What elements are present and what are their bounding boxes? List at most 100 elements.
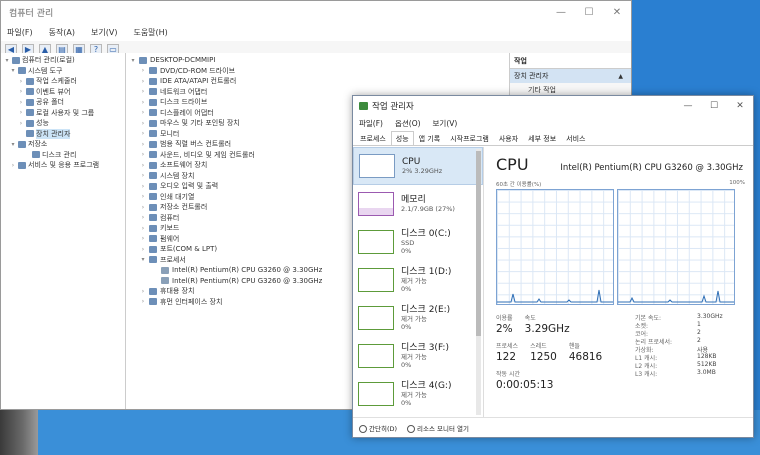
resource-thumbnail (358, 382, 394, 406)
expand-icon[interactable]: ▾ (140, 256, 146, 263)
tab-startup[interactable]: 시작프로그램 (445, 131, 494, 145)
tree-node-shared-folders[interactable]: › 공유 폴더 (1, 97, 125, 108)
menu-help[interactable]: 도움말(H) (133, 27, 167, 38)
expand-icon[interactable]: › (140, 109, 146, 116)
expand-icon[interactable]: › (140, 88, 146, 95)
resource-usage: 0% (401, 360, 412, 369)
maximize-button[interactable]: ☐ (575, 7, 603, 18)
resource-item[interactable]: 디스크 2(E:) 제거 가능 0% (353, 299, 483, 337)
expand-icon[interactable]: › (140, 225, 146, 232)
expand-icon[interactable]: › (140, 130, 146, 137)
tm-menu-options[interactable]: 옵션(O) (395, 118, 421, 129)
resource-item[interactable]: 디스크 1(D:) 제거 가능 0% (353, 261, 483, 299)
resource-scrollbar[interactable] (476, 149, 481, 415)
resource-usage: 0% (401, 284, 412, 293)
tab-performance[interactable]: 성능 (390, 131, 414, 145)
folder-icon (26, 98, 34, 106)
resource-detail: 제거 가능 (401, 390, 427, 399)
tree-node-disk-management[interactable]: 디스크 관리 (1, 150, 125, 161)
spec-value: 3.30GHz (697, 313, 723, 320)
expand-icon[interactable]: › (140, 151, 146, 158)
resource-text: CPU 2% 3.29GHz (402, 157, 442, 175)
tm-maximize-button[interactable]: ☐ (701, 101, 727, 111)
console-tree: ▾ 컴퓨터 관리(로컬) ▾ 시스템 도구 › 작업 스케줄러 › 이벤트 뷰어 › 공유… (1, 53, 126, 409)
spec-row: 소켓: 1 (635, 321, 745, 330)
resource-item[interactable]: 디스크 3(F:) 제거 가능 0% (353, 337, 483, 375)
device-icon (149, 130, 157, 138)
tab-details[interactable]: 세부 정보 (523, 131, 561, 145)
scrollbar-thumb[interactable] (476, 151, 481, 336)
tab-users[interactable]: 사용자 (494, 131, 523, 145)
expand-icon[interactable]: › (140, 162, 146, 169)
expand-icon[interactable]: › (140, 193, 146, 200)
spec-key: L2 캐시: (635, 363, 658, 370)
spec-row: 논리 프로세서: 2 (635, 337, 745, 346)
tm-menu-file[interactable]: 파일(F) (359, 118, 383, 129)
device-label: 저장소 컨트롤러 (160, 203, 208, 212)
close-button[interactable]: ✕ (603, 7, 631, 18)
tab-services[interactable]: 서비스 (561, 131, 590, 145)
task-manager-icon (359, 102, 368, 110)
tree-node-local-users[interactable]: › 로컬 사용자 및 그룹 (1, 108, 125, 119)
tm-titlebar: 작업 관리자 — ☐ ✕ (353, 96, 753, 116)
expand-icon[interactable]: › (140, 99, 146, 106)
tm-footer: 간단히(D) 리소스 모니터 열기 (353, 417, 753, 437)
resource-item[interactable]: 디스크 4(G:) 제거 가능 0% (353, 375, 483, 413)
tab-processes[interactable]: 프로세스 (355, 131, 391, 145)
expand-icon[interactable]: › (140, 120, 146, 127)
device-icon (149, 88, 157, 96)
fewer-details-link[interactable]: 간단히(D) (359, 423, 397, 433)
tm-menu-view[interactable]: 보기(V) (433, 118, 458, 129)
graph-max: 100% (729, 180, 745, 186)
expand-icon[interactable]: › (140, 235, 146, 242)
resource-thumbnail (358, 306, 394, 330)
minimize-button[interactable]: — (547, 7, 575, 18)
tab-app-history[interactable]: 앱 기록 (414, 131, 446, 145)
tree-label: 서비스 및 응용 프로그램 (28, 161, 100, 170)
expand-icon[interactable]: › (140, 141, 146, 148)
device-category[interactable]: › IDE ATA/ATAPI 컨트롤러 (126, 76, 509, 87)
cpu-graph-core-0 (496, 189, 614, 305)
expand-icon[interactable]: › (140, 204, 146, 211)
resource-item[interactable]: 메모리 2.1/7.9GB (27%) (353, 185, 483, 223)
menu-file[interactable]: 파일(F) (7, 27, 33, 38)
tm-minimize-button[interactable]: — (675, 101, 701, 111)
tm-close-button[interactable]: ✕ (727, 101, 753, 111)
services-icon (18, 161, 26, 169)
device-root[interactable]: ▾ DESKTOP-DCMMIPI (126, 55, 509, 66)
tree-node-event-viewer[interactable]: › 이벤트 뷰어 (1, 87, 125, 98)
spec-row: L1 캐시: 128KB (635, 353, 745, 362)
tree-node-performance[interactable]: › 성능 (1, 118, 125, 129)
tree-node-task-scheduler[interactable]: › 작업 스케줄러 (1, 76, 125, 87)
resource-item[interactable]: 디스크 0(C:) SSD 0% (353, 223, 483, 261)
resource-monitor-label: 리소스 모니터 열기 (417, 424, 470, 433)
processes-value: 122 (496, 351, 517, 363)
spec-value: 사용 (697, 347, 709, 354)
threads-value: 1250 (530, 351, 557, 363)
tree-node-system-tools[interactable]: ▾ 시스템 도구 (1, 66, 125, 77)
resource-usage: 0% (401, 398, 412, 407)
action-device-manager[interactable]: 장치 관리자 ▲ (510, 69, 631, 83)
resource-item[interactable]: CPU 2% 3.29GHz (353, 147, 483, 185)
device-label: 소프트웨어 장치 (160, 161, 208, 170)
expand-icon[interactable]: › (140, 288, 146, 295)
expand-icon[interactable]: › (140, 172, 146, 179)
menu-view[interactable]: 보기(V) (91, 27, 117, 38)
expand-icon[interactable]: › (140, 298, 146, 305)
device-category[interactable]: › DVD/CD-ROM 드라이브 (126, 66, 509, 77)
expand-icon[interactable]: › (140, 67, 146, 74)
expand-icon[interactable]: › (140, 214, 146, 221)
tree-node-services-apps[interactable]: › 서비스 및 응용 프로그램 (1, 160, 125, 171)
tree-node-device-manager[interactable]: 장치 관리자 (1, 128, 125, 140)
device-icon (149, 193, 157, 201)
open-resource-monitor-link[interactable]: 리소스 모니터 열기 (407, 423, 469, 433)
tree-node-computer-management[interactable]: ▾ 컴퓨터 관리(로컬) (1, 55, 125, 66)
expand-icon[interactable]: › (140, 246, 146, 253)
resource-thumbnail (358, 344, 394, 368)
tree-node-storage[interactable]: ▾ 저장소 (1, 139, 125, 150)
menu-action[interactable]: 동작(A) (49, 27, 75, 38)
collapse-icon[interactable]: ▲ (618, 73, 623, 80)
tm-tabs: 프로세스 성능 앱 기록 시작프로그램 사용자 세부 정보 서비스 (353, 131, 753, 146)
expand-icon[interactable]: › (140, 78, 146, 85)
expand-icon[interactable]: › (140, 183, 146, 190)
